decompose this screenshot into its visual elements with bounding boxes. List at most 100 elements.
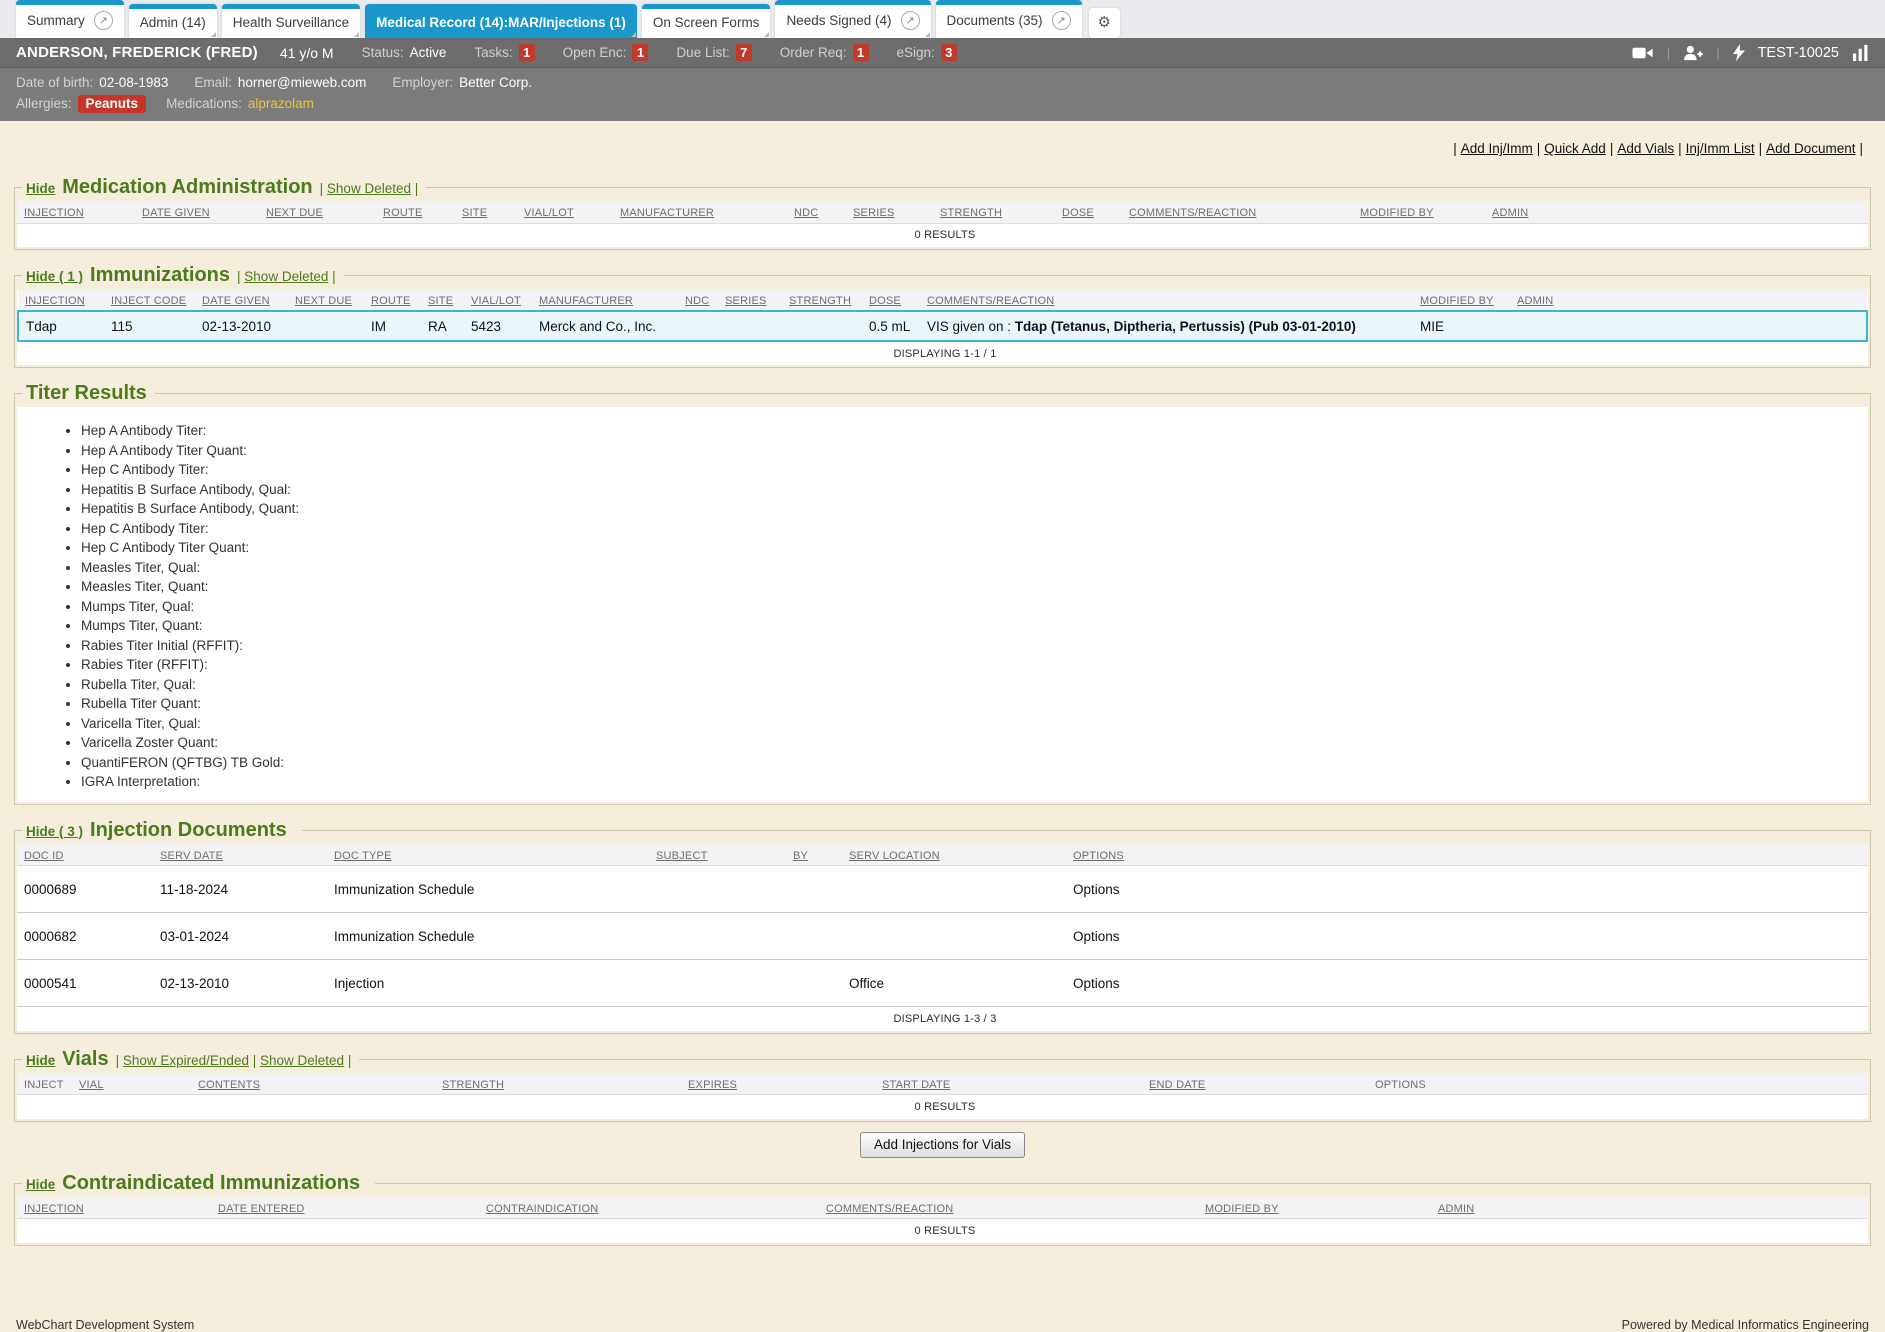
results-count: DISPLAYING 1-3 / 3 [17, 1007, 1868, 1031]
table-row[interactable]: 000054102-13-2010InjectionOfficeOptions [17, 960, 1868, 1007]
column-header-series[interactable]: SERIES [853, 207, 895, 219]
settings-gear-icon[interactable]: ⚙︎ [1089, 8, 1120, 38]
column-header-date-given[interactable]: DATE GIVEN [142, 207, 210, 219]
options-cell[interactable]: Options [1066, 913, 1868, 960]
add-document-link[interactable]: Add Document [1766, 141, 1855, 156]
lightning-icon[interactable] [1733, 44, 1745, 61]
column-header-modified-by[interactable]: MODIFIED BY [1420, 295, 1494, 307]
column-header-subject[interactable]: SUBJECT [656, 850, 708, 862]
column-header-contraindication[interactable]: CONTRAINDICATION [486, 1203, 598, 1215]
add-injections-for-vials-button[interactable]: Add Injections for Vials [860, 1132, 1025, 1158]
column-header-end-date[interactable]: END DATE [1149, 1079, 1205, 1091]
counter-badge[interactable]: 1 [632, 44, 648, 61]
add-vials-link[interactable]: Add Vials [1617, 141, 1674, 156]
column-header-admin[interactable]: ADMIN [1492, 207, 1528, 219]
section-injection-documents: Hide ( 3 ) Injection Documents DOC IDSER… [14, 819, 1871, 1034]
show-expired-ended-link[interactable]: Show Expired/Ended [123, 1053, 249, 1068]
column-header-start-date[interactable]: START DATE [882, 1079, 950, 1091]
column-header-ndc[interactable]: NDC [794, 207, 818, 219]
column-header-date-given[interactable]: DATE GIVEN [202, 295, 270, 307]
column-header-site[interactable]: SITE [428, 295, 453, 307]
column-header-inject-code[interactable]: INJECT CODE [111, 295, 186, 307]
column-header-site[interactable]: SITE [462, 207, 487, 219]
column-header-dose[interactable]: DOSE [1062, 207, 1094, 219]
column-header-route[interactable]: ROUTE [371, 295, 411, 307]
column-header-cell: OPTIONS [1066, 844, 1868, 866]
tab-admin-14[interactable]: Admin (14) [129, 4, 217, 38]
show-deleted-link[interactable]: Show Deleted [244, 269, 328, 284]
column-header-comments-reaction[interactable]: COMMENTS/REACTION [927, 295, 1054, 307]
column-header-modified-by[interactable]: MODIFIED BY [1360, 207, 1434, 219]
column-header-options[interactable]: OPTIONS [1073, 850, 1124, 862]
table-row[interactable]: Tdap11502-13-2010IMRA5423Merck and Co., … [18, 311, 1867, 341]
dob-value: 02-08-1983 [99, 75, 168, 90]
column-header-admin[interactable]: ADMIN [1438, 1203, 1474, 1215]
counter-badge[interactable]: 1 [519, 44, 535, 61]
column-header-cell: ROUTE [364, 289, 421, 311]
column-header-manufacturer[interactable]: MANUFACTURER [539, 295, 633, 307]
add-inj-imm-link[interactable]: Add Inj/Imm [1461, 141, 1533, 156]
column-header-contents[interactable]: CONTENTS [198, 1079, 260, 1091]
counter-badge[interactable]: 1 [853, 44, 869, 61]
column-header-by[interactable]: BY [793, 850, 808, 862]
video-camera-icon[interactable] [1632, 46, 1654, 60]
allergy-badge[interactable]: Peanuts [78, 95, 147, 113]
hide-contraindicated-link[interactable]: Hide [26, 1177, 55, 1192]
open-in-window-icon[interactable]: ↗ [94, 11, 113, 30]
column-header-date-entered[interactable]: DATE ENTERED [218, 1203, 305, 1215]
hide-injection-documents-link[interactable]: Hide ( 3 ) [26, 824, 83, 839]
column-header-comments-reaction[interactable]: COMMENTS/REACTION [826, 1203, 953, 1215]
column-header-next-due[interactable]: NEXT DUE [295, 295, 352, 307]
titer-item: Hep A Antibody Titer Quant: [81, 441, 1868, 461]
column-header-injection[interactable]: INJECTION [24, 207, 84, 219]
tab-summary[interactable]: Summary ↗ [16, 0, 124, 38]
column-header-cell: DOC TYPE [327, 844, 649, 866]
column-header-doc-id[interactable]: DOC ID [24, 850, 64, 862]
column-header-modified-by[interactable]: MODIFIED BY [1205, 1203, 1279, 1215]
tab-medical-record-14-mar-injections-1[interactable]: Medical Record (14):MAR/Injections (1) [365, 4, 637, 38]
hide-vials-link[interactable]: Hide [26, 1053, 55, 1068]
hide-medication-administration-link[interactable]: Hide [26, 181, 55, 196]
column-header-comments-reaction[interactable]: COMMENTS/REACTION [1129, 207, 1256, 219]
column-header-ndc[interactable]: NDC [685, 295, 709, 307]
column-header-series[interactable]: SERIES [725, 295, 767, 307]
tab-label: Summary [27, 13, 85, 28]
hide-immunizations-link[interactable]: Hide ( 1 ) [26, 269, 83, 284]
open-in-window-icon[interactable]: ↗ [1052, 11, 1071, 30]
table-row[interactable]: 000068911-18-2024Immunization ScheduleOp… [17, 866, 1868, 913]
column-header-expires[interactable]: EXPIRES [688, 1079, 737, 1091]
show-deleted-link[interactable]: Show Deleted [260, 1053, 344, 1068]
inj-imm-list-link[interactable]: Inj/Imm List [1686, 141, 1755, 156]
options-cell[interactable]: Options [1066, 866, 1868, 913]
tab-needs-signed-4[interactable]: Needs Signed (4)↗ [775, 0, 930, 38]
column-header-strength[interactable]: STRENGTH [940, 207, 1002, 219]
column-header-vial-lot[interactable]: VIAL/LOT [524, 207, 574, 219]
column-header-next-due[interactable]: NEXT DUE [266, 207, 323, 219]
counter-badge[interactable]: 7 [736, 44, 752, 61]
add-person-icon[interactable] [1683, 45, 1703, 61]
column-header-strength[interactable]: STRENGTH [442, 1079, 504, 1091]
column-header-serv-date[interactable]: SERV DATE [160, 850, 223, 862]
medications-value[interactable]: alprazolam [248, 96, 314, 111]
column-header-admin[interactable]: ADMIN [1517, 295, 1553, 307]
table-row[interactable]: 000068203-01-2024Immunization ScheduleOp… [17, 913, 1868, 960]
column-header-injection[interactable]: INJECTION [25, 295, 85, 307]
tab-health-surveillance[interactable]: Health Surveillance [222, 4, 360, 38]
options-cell[interactable]: Options [1066, 960, 1868, 1007]
quick-add-link[interactable]: Quick Add [1544, 141, 1606, 156]
tab-documents-35[interactable]: Documents (35)↗ [936, 0, 1082, 38]
open-in-window-icon[interactable]: ↗ [901, 11, 920, 30]
column-header-doc-type[interactable]: DOC TYPE [334, 850, 392, 862]
column-header-injection[interactable]: INJECTION [24, 1203, 84, 1215]
column-header-strength[interactable]: STRENGTH [789, 295, 851, 307]
column-header-serv-location[interactable]: SERV LOCATION [849, 850, 940, 862]
column-header-vial[interactable]: VIAL [79, 1079, 104, 1091]
column-header-dose[interactable]: DOSE [869, 295, 901, 307]
column-header-manufacturer[interactable]: MANUFACTURER [620, 207, 714, 219]
column-header-route[interactable]: ROUTE [383, 207, 423, 219]
counter-badge[interactable]: 3 [941, 44, 957, 61]
flowsheet-chart-icon[interactable] [1852, 45, 1869, 61]
show-deleted-link[interactable]: Show Deleted [327, 181, 411, 196]
column-header-vial-lot[interactable]: VIAL/LOT [471, 295, 521, 307]
tab-on-screen-forms[interactable]: On Screen Forms [642, 4, 771, 38]
